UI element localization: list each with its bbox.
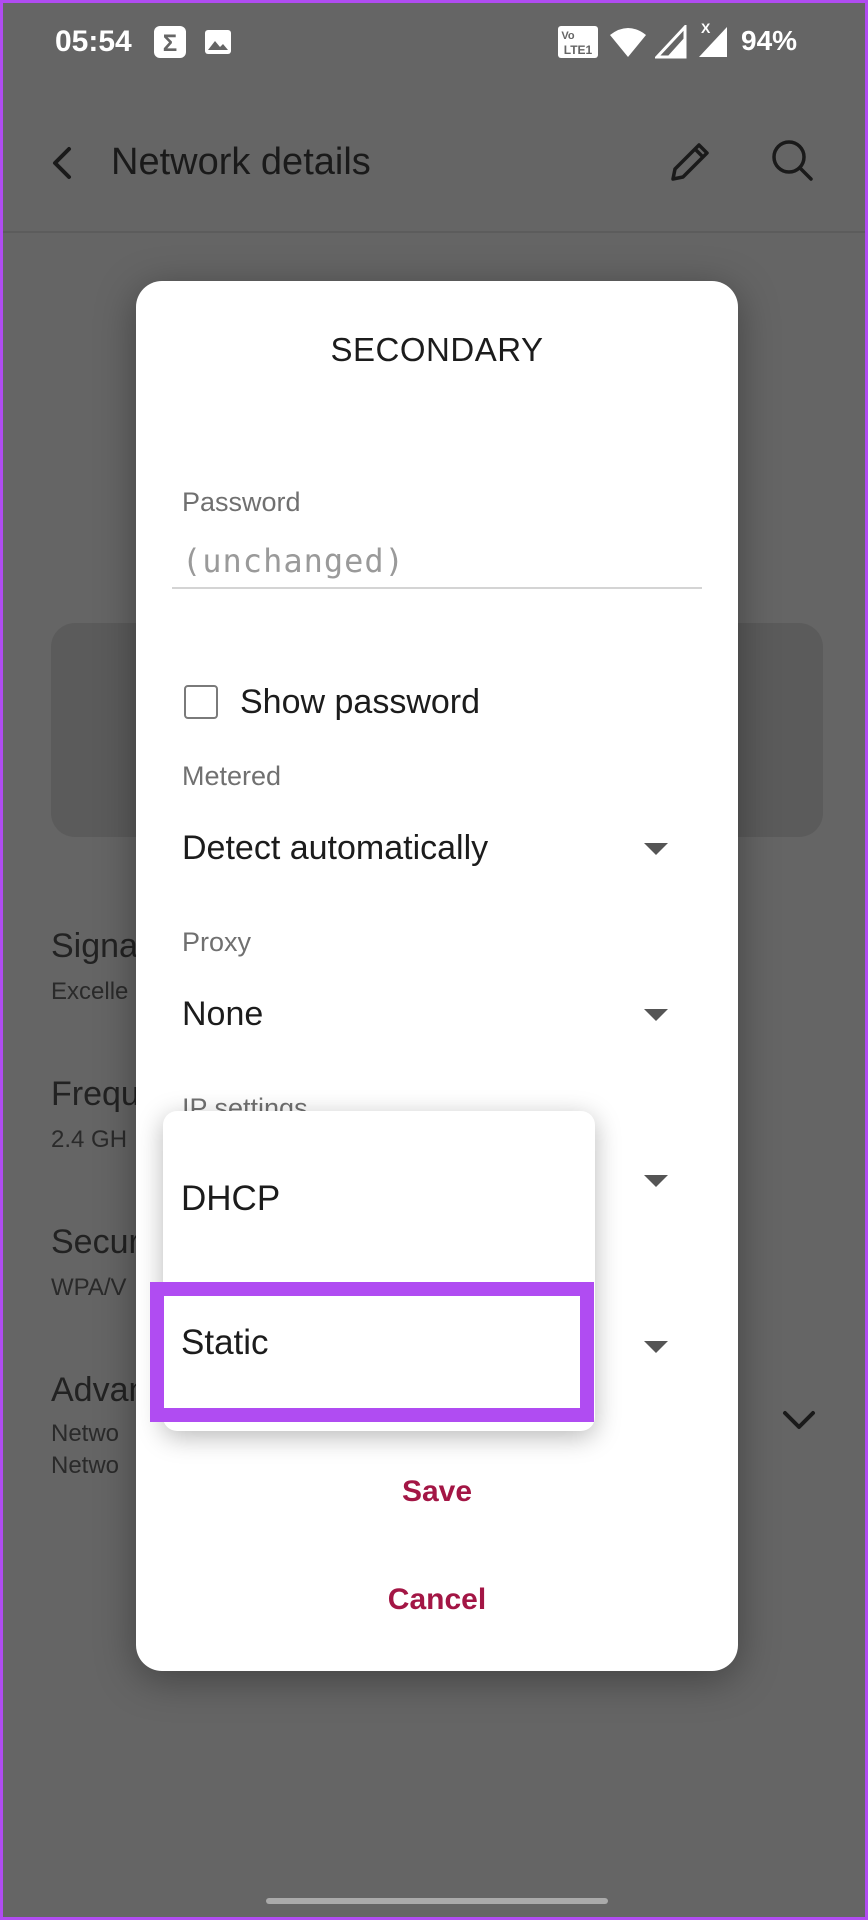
- info-row-subtitle: 2.4 GH: [51, 1126, 128, 1153]
- save-button[interactable]: Save: [136, 1475, 738, 1509]
- dropdown-arrow-icon: [644, 1175, 668, 1187]
- edit-pencil-icon: [671, 143, 709, 181]
- metered-label: Metered: [182, 761, 282, 791]
- info-row-security: Secur WPA/V: [51, 1223, 140, 1304]
- menu-option-label: DHCP: [181, 1179, 281, 1218]
- info-row-signal: Signa Excelle: [51, 927, 138, 1008]
- dropdown-arrow-icon: [644, 843, 668, 855]
- sigma-icon: Σ: [153, 25, 187, 64]
- show-password-label: Show password: [240, 682, 481, 721]
- cancel-button[interactable]: Cancel: [136, 1583, 738, 1617]
- info-row-subtitle: Excelle: [51, 978, 129, 1005]
- metered-value: Detect automatically: [182, 829, 489, 867]
- expand-advanced-button[interactable]: [779, 1405, 819, 1435]
- highlight-box: [150, 1282, 594, 1422]
- network-edit-dialog: SECONDARY Password Show password Metered…: [136, 281, 738, 1671]
- info-row-subtitle: WPA/V: [51, 1274, 127, 1301]
- back-arrow-icon: [53, 147, 71, 179]
- wifi-icon: [609, 25, 647, 64]
- password-field[interactable]: [172, 535, 702, 589]
- menu-option-dhcp[interactable]: DHCP: [163, 1179, 595, 1239]
- status-bar: 05:54 Σ Vo LTE1 X 94%: [3, 3, 865, 83]
- appbar-divider: [3, 231, 865, 233]
- proxy-dropdown[interactable]: None: [182, 987, 668, 1047]
- dropdown-arrow-icon: [644, 1009, 668, 1021]
- back-button[interactable]: [43, 141, 83, 185]
- info-row-frequency: Frequ 2.4 GH: [51, 1075, 140, 1156]
- volte-icon: Vo LTE1: [557, 25, 599, 64]
- info-row-title: Secur: [51, 1223, 140, 1261]
- info-row-title: Frequ: [51, 1075, 140, 1113]
- show-password-checkbox[interactable]: [184, 685, 218, 719]
- info-row-subtitle: Netwo: [51, 1420, 120, 1447]
- metered-dropdown[interactable]: Detect automatically: [182, 821, 668, 881]
- search-icon: [772, 140, 813, 181]
- page-title: Network details: [111, 141, 371, 183]
- show-password-row[interactable]: Show password: [184, 681, 480, 723]
- signal-x-mark: X: [701, 20, 711, 36]
- volte-bottom-text: LTE1: [564, 43, 593, 57]
- image-icon: [203, 27, 233, 62]
- info-row-subtitle-2: Netwo: [51, 1452, 120, 1479]
- info-row-title: Advan: [51, 1371, 148, 1409]
- signal-icon: [653, 23, 687, 64]
- edit-button[interactable]: [663, 133, 719, 189]
- proxy-label: Proxy: [182, 927, 252, 957]
- search-button[interactable]: [765, 133, 821, 189]
- status-time: 05:54: [55, 25, 132, 58]
- dropdown-arrow-icon: [644, 1341, 668, 1353]
- proxy-value: None: [182, 995, 264, 1033]
- password-label: Password: [182, 487, 301, 517]
- chevron-down-icon: [783, 1411, 815, 1429]
- battery-percent: 94%: [741, 25, 798, 56]
- signal-no-icon: X: [693, 19, 729, 64]
- info-row-title: Signa: [51, 927, 138, 965]
- svg-text:Σ: Σ: [163, 30, 177, 57]
- screen: 05:54 Σ Vo LTE1 X 94% Network details Sig…: [0, 0, 868, 1920]
- dialog-title: SECONDARY: [330, 331, 544, 368]
- volte-top-text: Vo: [561, 30, 575, 42]
- gesture-bar[interactable]: [266, 1898, 608, 1904]
- info-row-advanced[interactable]: Advan Netwo Netwo: [51, 1371, 147, 1482]
